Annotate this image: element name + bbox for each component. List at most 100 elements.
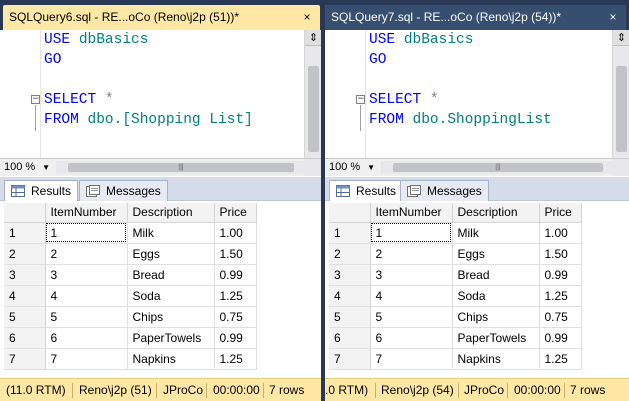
- row-number[interactable]: 1: [329, 222, 371, 244]
- row-number[interactable]: 7: [4, 348, 46, 370]
- table-row[interactable]: 3 3 Bread 0.99: [329, 264, 582, 286]
- column-header[interactable]: Description: [452, 203, 540, 223]
- description-cell[interactable]: Napkins: [127, 348, 215, 370]
- scrollbar-thumb[interactable]: |||: [68, 163, 294, 172]
- description-cell[interactable]: Eggs: [452, 243, 540, 265]
- row-number[interactable]: 4: [4, 285, 46, 307]
- description-cell[interactable]: PaperTowels: [452, 327, 540, 349]
- price-cell[interactable]: 0.75: [214, 306, 257, 328]
- item-number-cell[interactable]: 5: [45, 306, 128, 328]
- tab-messages[interactable]: Messages: [400, 180, 489, 201]
- item-number-cell[interactable]: 2: [45, 243, 128, 265]
- column-header[interactable]: Description: [127, 203, 215, 223]
- results-grid[interactable]: ItemNumber Description Price 1 1 Milk 1.00 …: [329, 203, 582, 370]
- price-cell[interactable]: 1.25: [539, 348, 582, 370]
- description-cell[interactable]: Eggs: [127, 243, 215, 265]
- tab-results[interactable]: Results: [4, 180, 79, 201]
- document-tab-sqlquery6[interactable]: SQLQuery6.sql - RE...oCo (Reno\j2p (51))…: [3, 5, 320, 30]
- horizontal-scrollbar[interactable]: |||: [381, 161, 612, 174]
- item-number-cell[interactable]: 3: [370, 264, 453, 286]
- column-header[interactable]: Price: [214, 203, 257, 223]
- results-grid[interactable]: ItemNumber Description Price 1 1 Milk 1.00 …: [4, 203, 257, 370]
- description-cell[interactable]: Milk: [452, 222, 540, 244]
- price-cell[interactable]: 1.25: [214, 348, 257, 370]
- row-number[interactable]: 6: [4, 327, 46, 349]
- row-number[interactable]: 7: [329, 348, 371, 370]
- grid-corner[interactable]: [4, 203, 46, 223]
- price-cell[interactable]: 0.99: [539, 264, 582, 286]
- column-header[interactable]: ItemNumber: [370, 203, 453, 223]
- row-number[interactable]: 3: [4, 264, 46, 286]
- item-number-cell[interactable]: 1: [370, 222, 453, 244]
- price-cell[interactable]: 0.75: [539, 306, 582, 328]
- row-number[interactable]: 6: [329, 327, 371, 349]
- description-cell[interactable]: Milk: [127, 222, 215, 244]
- row-number[interactable]: 2: [4, 243, 46, 265]
- split-icon[interactable]: ⇕: [305, 30, 321, 46]
- table-row[interactable]: 5 5 Chips 0.75: [329, 306, 582, 328]
- scrollbar-thumb[interactable]: [308, 66, 319, 152]
- column-header[interactable]: Price: [539, 203, 582, 223]
- price-cell[interactable]: 1.50: [214, 243, 257, 265]
- item-number-cell[interactable]: 1: [45, 222, 128, 244]
- row-number[interactable]: 3: [329, 264, 371, 286]
- query-editor[interactable]: USE dbBasics GO − SELECT * FROM dbo.Shop…: [325, 30, 629, 158]
- item-number-cell[interactable]: 4: [45, 285, 128, 307]
- price-cell[interactable]: 1.00: [539, 222, 582, 244]
- price-cell[interactable]: 1.25: [539, 285, 582, 307]
- description-cell[interactable]: Soda: [452, 285, 540, 307]
- table-row[interactable]: 7 7 Napkins 1.25: [4, 348, 257, 370]
- table-row[interactable]: 7 7 Napkins 1.25: [329, 348, 582, 370]
- table-row[interactable]: 2 2 Eggs 1.50: [329, 243, 582, 265]
- table-row[interactable]: 3 3 Bread 0.99: [4, 264, 257, 286]
- tab-messages[interactable]: Messages: [79, 180, 168, 201]
- description-cell[interactable]: Soda: [127, 285, 215, 307]
- editor-vertical-scrollbar[interactable]: ⇕: [612, 30, 629, 158]
- row-number[interactable]: 1: [4, 222, 46, 244]
- item-number-cell[interactable]: 6: [370, 327, 453, 349]
- description-cell[interactable]: PaperTowels: [127, 327, 215, 349]
- collapse-icon[interactable]: −: [31, 95, 40, 104]
- item-number-cell[interactable]: 7: [45, 348, 128, 370]
- table-row[interactable]: 6 6 PaperTowels 0.99: [4, 327, 257, 349]
- split-icon[interactable]: ⇕: [613, 30, 629, 46]
- row-number[interactable]: 5: [4, 306, 46, 328]
- description-cell[interactable]: Bread: [127, 264, 215, 286]
- price-cell[interactable]: 0.99: [539, 327, 582, 349]
- horizontal-scrollbar[interactable]: |||: [56, 161, 304, 174]
- table-row[interactable]: 1 1 Milk 1.00: [4, 222, 257, 244]
- price-cell[interactable]: 1.50: [539, 243, 582, 265]
- row-number[interactable]: 4: [329, 285, 371, 307]
- row-number[interactable]: 5: [329, 306, 371, 328]
- table-row[interactable]: 4 4 Soda 1.25: [4, 285, 257, 307]
- description-cell[interactable]: Napkins: [452, 348, 540, 370]
- item-number-cell[interactable]: 7: [370, 348, 453, 370]
- row-number[interactable]: 2: [329, 243, 371, 265]
- price-cell[interactable]: 1.25: [214, 285, 257, 307]
- item-number-cell[interactable]: 3: [45, 264, 128, 286]
- collapse-icon[interactable]: −: [356, 95, 365, 104]
- table-row[interactable]: 6 6 PaperTowels 0.99: [329, 327, 582, 349]
- table-row[interactable]: 1 1 Milk 1.00: [329, 222, 582, 244]
- table-row[interactable]: 4 4 Soda 1.25: [329, 285, 582, 307]
- zoom-dropdown[interactable]: 100 % ▼: [4, 160, 54, 175]
- description-cell[interactable]: Chips: [452, 306, 540, 328]
- close-icon[interactable]: ×: [300, 5, 314, 30]
- description-cell[interactable]: Chips: [127, 306, 215, 328]
- price-cell[interactable]: 0.99: [214, 264, 257, 286]
- price-cell[interactable]: 0.99: [214, 327, 257, 349]
- table-row[interactable]: 2 2 Eggs 1.50: [4, 243, 257, 265]
- column-header[interactable]: ItemNumber: [45, 203, 128, 223]
- tab-results[interactable]: Results: [329, 180, 404, 201]
- description-cell[interactable]: Bread: [452, 264, 540, 286]
- query-editor[interactable]: USE dbBasics GO − SELECT * FROM dbo.[Sho…: [0, 30, 321, 158]
- scrollbar-thumb[interactable]: |||: [393, 163, 603, 172]
- item-number-cell[interactable]: 2: [370, 243, 453, 265]
- close-icon[interactable]: ×: [606, 5, 620, 30]
- grid-corner[interactable]: [329, 203, 371, 223]
- document-tab-sqlquery7[interactable]: SQLQuery7.sql - RE...oCo (Reno\j2p (54))…: [325, 5, 626, 30]
- item-number-cell[interactable]: 5: [370, 306, 453, 328]
- scrollbar-thumb[interactable]: [616, 66, 627, 152]
- price-cell[interactable]: 1.00: [214, 222, 257, 244]
- zoom-dropdown[interactable]: 100 % ▼: [329, 160, 379, 175]
